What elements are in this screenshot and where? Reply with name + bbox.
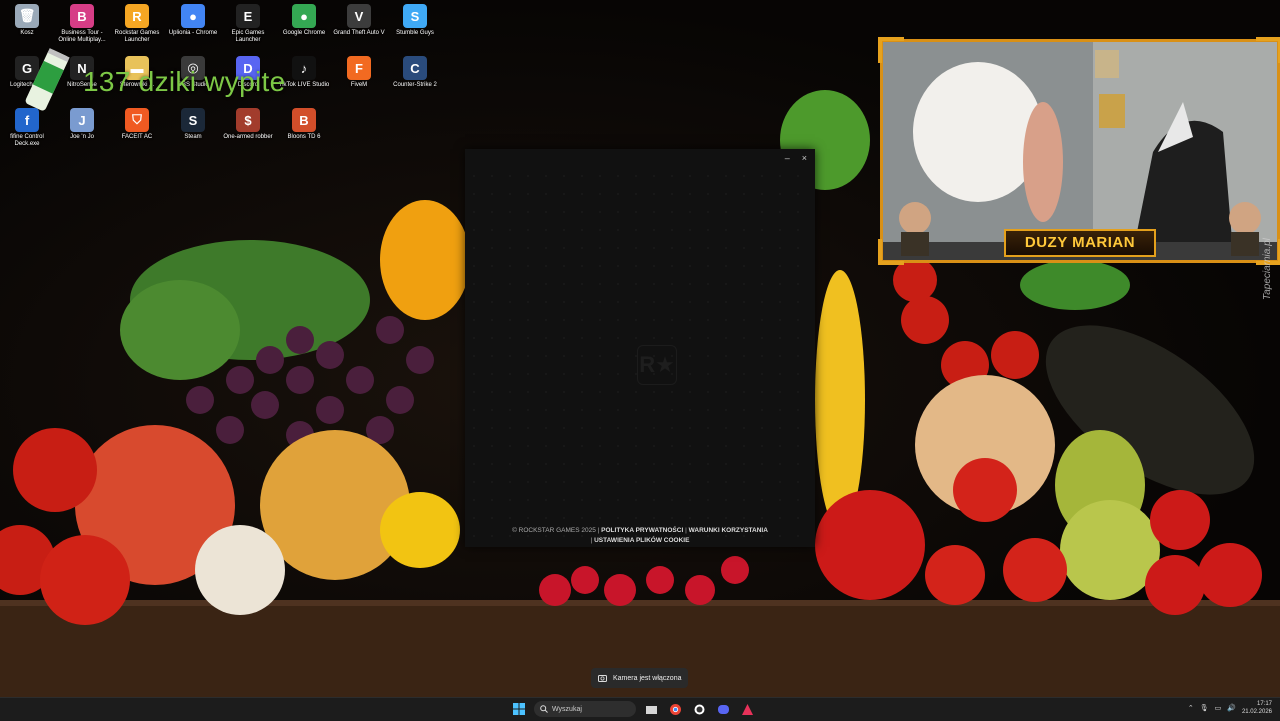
- folder-icon: [645, 705, 657, 714]
- desktop-icon-label: FACEIT AC: [121, 134, 153, 140]
- rockstar-icon: R: [125, 4, 149, 28]
- desktop-icon[interactable]: ⛉ FACEIT AC: [110, 104, 164, 141]
- faceit-icon: ⛉: [125, 108, 149, 132]
- desktop-icon[interactable]: S Steam: [166, 104, 220, 141]
- footer-separator: |: [685, 527, 687, 534]
- search-icon: [540, 705, 548, 713]
- desktop-icon[interactable]: $ One-armed robber: [221, 104, 275, 141]
- chrome-icon: [669, 703, 681, 715]
- minimize-button[interactable]: –: [785, 153, 790, 163]
- copyright-text: © ROCKSTAR GAMES 2025 |: [512, 527, 600, 534]
- desktop-icon-label: Rockstar Games Launcher: [114, 30, 160, 43]
- tiktok-icon: ♪: [292, 56, 316, 80]
- file-explorer-button[interactable]: [642, 700, 660, 718]
- chrome-icon: ●: [292, 4, 316, 28]
- search-placeholder: Wyszukaj: [552, 705, 582, 713]
- fivem-icon: F: [347, 56, 371, 80]
- system-tray: ⌃ 🎙 ▭ 🔊 17:17 21.02.2026: [1188, 700, 1272, 716]
- taskbar: Wyszukaj ⌃ 🎙 ▭ 🔊 17:17 21.02.2026: [0, 697, 1280, 721]
- drink-counter-text: 137 dziki wypite: [83, 66, 286, 97]
- desktop-icon[interactable]: R Rockstar Games Launcher: [110, 0, 164, 44]
- desktop-icon-label: Kosz: [20, 30, 34, 36]
- desktop-icon-label: Grand Theft Auto V: [333, 30, 385, 36]
- launcher-loading-area: R★ © ROCKSTAR GAMES 2025 | POLITYKA PRYW…: [465, 167, 815, 547]
- chrome-icon: ●: [181, 4, 205, 28]
- taskbar-search-box[interactable]: Wyszukaj: [534, 701, 636, 717]
- desktop-icon-label: Epic Games Launcher: [231, 30, 265, 43]
- bloons-icon: B: [292, 108, 316, 132]
- energy-drink-icon: [25, 48, 70, 111]
- desktop-icon-label: Joe 'n Jo: [70, 134, 94, 140]
- steam-icon: S: [181, 108, 205, 132]
- discord-taskbar-button[interactable]: [714, 700, 732, 718]
- wallpaper-watermark: Tapeciarnia.pl: [1262, 238, 1273, 300]
- windows-icon: [513, 703, 525, 715]
- camera-on-notification[interactable]: Kamera jest włączona: [591, 668, 688, 688]
- gta-v-icon: V: [347, 4, 371, 28]
- joe-n-jo-icon: J: [70, 108, 94, 132]
- chrome-taskbar-button[interactable]: [666, 700, 684, 718]
- rockstar-launcher-icon: [741, 703, 753, 715]
- desktop-icon-label: One-armed robber: [223, 134, 273, 140]
- close-button[interactable]: ×: [802, 153, 807, 163]
- desktop-icon[interactable]: ● Uplionia - Chrome: [166, 0, 220, 37]
- epic-games-icon: E: [236, 4, 260, 28]
- desktop-icon[interactable]: E Epic Games Launcher: [221, 0, 275, 44]
- desktop-icon[interactable]: ● Google Chrome: [277, 0, 331, 37]
- obs-taskbar-button[interactable]: [690, 700, 708, 718]
- start-button[interactable]: [510, 700, 528, 718]
- camera-icon: [598, 675, 607, 682]
- taskbar-apps: Wyszukaj: [510, 700, 756, 718]
- rockstar-taskbar-button[interactable]: [738, 700, 756, 718]
- desktop-icon-label: Google Chrome: [282, 30, 326, 36]
- desktop-icon-label: Steam: [184, 134, 202, 140]
- stumble-guys-icon: S: [403, 4, 427, 28]
- terms-of-use-link[interactable]: WARUNKI KORZYSTANIA: [689, 527, 768, 534]
- frame-corner: [878, 37, 904, 63]
- launcher-footer: © ROCKSTAR GAMES 2025 | POLITYKA PRYWATN…: [465, 526, 815, 547]
- desktop-icon-label: Business Tour - Online Multiplay...: [58, 30, 106, 43]
- recycle-bin-icon: 🗑: [15, 4, 39, 28]
- privacy-policy-link[interactable]: POLITYKA PRYWATNOŚCI: [601, 527, 683, 534]
- microphone-icon[interactable]: 🎙: [1200, 704, 1209, 712]
- cookie-settings-link[interactable]: USTAWIENIA PLIKÓW COOKIE: [594, 537, 689, 544]
- desktop-icon[interactable]: C Counter-Strike 2: [388, 52, 442, 89]
- desktop-icon-label: Bloons TD 6: [287, 134, 321, 140]
- discord-icon: [717, 704, 729, 714]
- volume-icon[interactable]: 🔊: [1227, 704, 1236, 712]
- clock-date: 21.02.2026: [1241, 709, 1272, 715]
- clock-time: 17:17: [1256, 701, 1272, 707]
- rockstar-logo-icon: R★: [637, 345, 677, 385]
- obs-icon: [694, 704, 704, 714]
- network-icon[interactable]: ▭: [1215, 704, 1222, 712]
- desktop-icon[interactable]: S Stumble Guys: [388, 0, 442, 37]
- desktop-icon[interactable]: V Grand Theft Auto V: [332, 0, 386, 37]
- webcam-overlay: DUZY MARIAN: [878, 37, 1280, 265]
- business-tour-icon: B: [70, 4, 94, 28]
- streamer-name-banner: DUZY MARIAN: [1004, 229, 1156, 257]
- desktop-icon[interactable]: F FiveM: [332, 52, 386, 89]
- desktop-icon[interactable]: B Bloons TD 6: [277, 104, 331, 141]
- chevron-up-icon[interactable]: ⌃: [1188, 704, 1194, 712]
- desktop-icon-label: Uplionia - Chrome: [168, 30, 218, 36]
- footer-separator: |: [590, 537, 593, 544]
- window-titlebar[interactable]: – ×: [465, 149, 815, 167]
- frame-corner: [1256, 37, 1280, 63]
- cs2-icon: C: [403, 56, 427, 80]
- one-armed-robber-icon: $: [236, 108, 260, 132]
- desktop-icon-label: fifine Control Deck.exe: [10, 134, 44, 147]
- rockstar-launcher-window[interactable]: – × R★ © ROCKSTAR GAMES 2025 | POLITYKA …: [465, 149, 815, 547]
- notification-text: Kamera jest włączona: [613, 674, 682, 682]
- desktop-icon-label: Counter-Strike 2: [393, 82, 437, 88]
- desktop-icon[interactable]: 🗑 Kosz: [0, 0, 54, 37]
- taskbar-clock[interactable]: 17:17 21.02.2026: [1242, 700, 1272, 716]
- frame-corner: [878, 239, 904, 265]
- desktop-icon-label: FiveM: [350, 82, 368, 88]
- desktop-icon-label: Stumble Guys: [396, 30, 434, 36]
- desktop-icon[interactable]: B Business Tour - Online Multiplay...: [55, 0, 109, 44]
